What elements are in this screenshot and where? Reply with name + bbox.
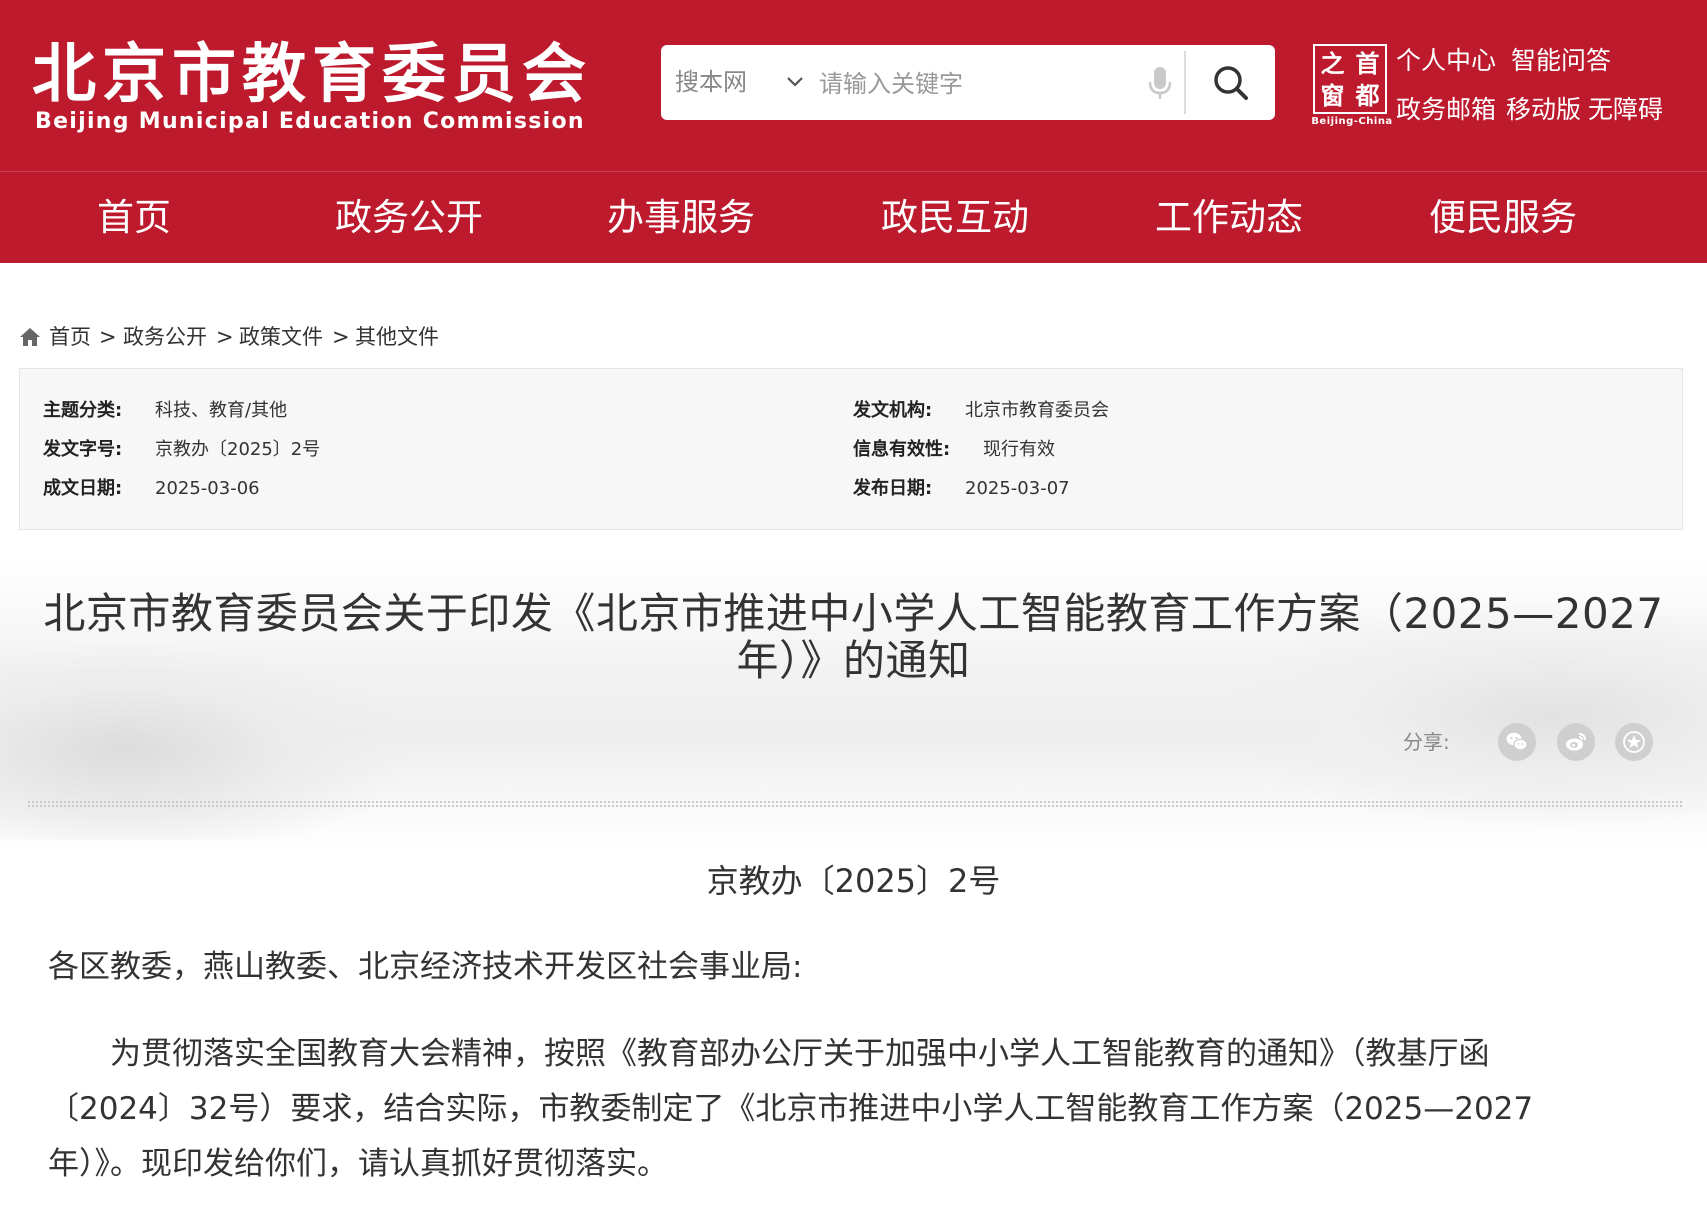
written-date-label: 成文日期: xyxy=(43,478,123,499)
topic-label: 主题分类: xyxy=(43,400,123,421)
home-icon xyxy=(20,328,40,346)
breadcrumb-separator: > xyxy=(216,325,234,349)
chevron-down-icon xyxy=(787,77,803,87)
doc-number-value: 京教办〔2025〕2号 xyxy=(155,439,321,460)
body-paragraph: 为贯彻落实全国教育大会精神，按照《教育部办公厅关于加强中小学人工智能教育的通知》… xyxy=(48,1036,1534,1182)
favorite-icon xyxy=(1623,731,1645,753)
wechat-icon xyxy=(1506,732,1528,751)
gov-mailbox-link[interactable]: 政务邮箱 xyxy=(1396,93,1496,127)
doc-number-label: 发文字号: xyxy=(43,439,123,460)
main-nav: 首页 政务公开 办事服务 政民互动 工作动态 便民服务 xyxy=(0,171,1707,263)
site-logo-chinese[interactable]: 北京市教育委员会 xyxy=(32,40,592,110)
article-title-line: 北京市教育委员会关于印发《北京市推进中小学人工智能教育工作方案（2025—202… xyxy=(43,589,1664,638)
topic-value: 科技、教育/其他 xyxy=(155,400,288,421)
breadcrumb-separator: > xyxy=(99,325,117,349)
article-title: 北京市教育委员会关于印发《北京市推进中小学人工智能教育工作方案（2025—202… xyxy=(40,590,1667,684)
breadcrumb-policy-documents[interactable]: 政策文件 xyxy=(239,322,323,352)
smart-qa-link[interactable]: 智能问答 xyxy=(1511,44,1611,78)
search-button[interactable] xyxy=(1186,45,1275,120)
seal-char: 首 xyxy=(1355,50,1380,78)
issuer-value: 北京市教育委员会 xyxy=(965,400,1109,421)
breadcrumb-home[interactable]: 首页 xyxy=(49,322,91,352)
search-input[interactable] xyxy=(817,63,1101,105)
publish-date-label: 发布日期: xyxy=(853,478,933,499)
title-divider xyxy=(27,800,1683,808)
publish-date-value: 2025-03-07 xyxy=(965,478,1070,499)
nav-work-news[interactable]: 工作动态 xyxy=(1155,172,1303,263)
personal-center-link[interactable]: 个人中心 xyxy=(1396,44,1496,78)
issuer-label: 发文机构: xyxy=(853,400,933,421)
site-header: 北京市教育委员会 Beijing Municipal Education Com… xyxy=(0,0,1707,171)
nav-public-services[interactable]: 便民服务 xyxy=(1429,172,1577,263)
share-wechat-button[interactable] xyxy=(1498,723,1536,761)
mobile-version-link[interactable]: 移动版 xyxy=(1506,93,1581,127)
breadcrumb-other-documents[interactable]: 其他文件 xyxy=(355,322,439,352)
nav-home[interactable]: 首页 xyxy=(97,172,171,263)
accessibility-link[interactable]: 无障碍 xyxy=(1588,93,1663,127)
breadcrumb-separator: > xyxy=(332,325,350,349)
search-icon xyxy=(1214,66,1248,100)
weibo-icon xyxy=(1566,733,1586,751)
validity-label: 信息有效性: xyxy=(853,439,951,460)
article-title-line: 年）》的通知 xyxy=(736,636,971,685)
nav-government-affairs[interactable]: 政务公开 xyxy=(335,172,483,263)
share-label: 分享: xyxy=(1403,730,1450,754)
microphone-icon[interactable] xyxy=(1145,65,1175,101)
search-scope-dropdown[interactable]: 搜本网 xyxy=(675,45,815,120)
search-bar: 搜本网 xyxy=(661,45,1275,120)
document-number: 京教办〔2025〕2号 xyxy=(706,862,1001,900)
seal-caption: Beijing-China xyxy=(1311,116,1393,127)
nav-services[interactable]: 办事服务 xyxy=(607,172,755,263)
seal-char: 窗 xyxy=(1320,82,1345,110)
share-weibo-button[interactable] xyxy=(1557,723,1595,761)
seal-char: 都 xyxy=(1355,82,1380,110)
breadcrumb-government-affairs[interactable]: 政务公开 xyxy=(123,322,207,352)
addressee-line: 各区教委，燕山教委、北京经济技术开发区社会事业局: xyxy=(48,949,803,985)
validity-value: 现行有效 xyxy=(983,439,1055,460)
capital-window-seal-logo[interactable]: 之 首 窗 都 xyxy=(1313,44,1387,114)
seal-char: 之 xyxy=(1320,50,1345,78)
add-favorite-button[interactable] xyxy=(1615,723,1653,761)
search-scope-label: 搜本网 xyxy=(675,68,747,96)
written-date-value: 2025-03-06 xyxy=(155,478,260,499)
nav-interaction[interactable]: 政民互动 xyxy=(881,172,1029,263)
site-logo-english[interactable]: Beijing Municipal Education Commission xyxy=(35,107,585,137)
document-metadata: 主题分类: 科技、教育/其他 发文机构: 北京市教育委员会 发文字号: 京教办〔… xyxy=(19,368,1683,530)
